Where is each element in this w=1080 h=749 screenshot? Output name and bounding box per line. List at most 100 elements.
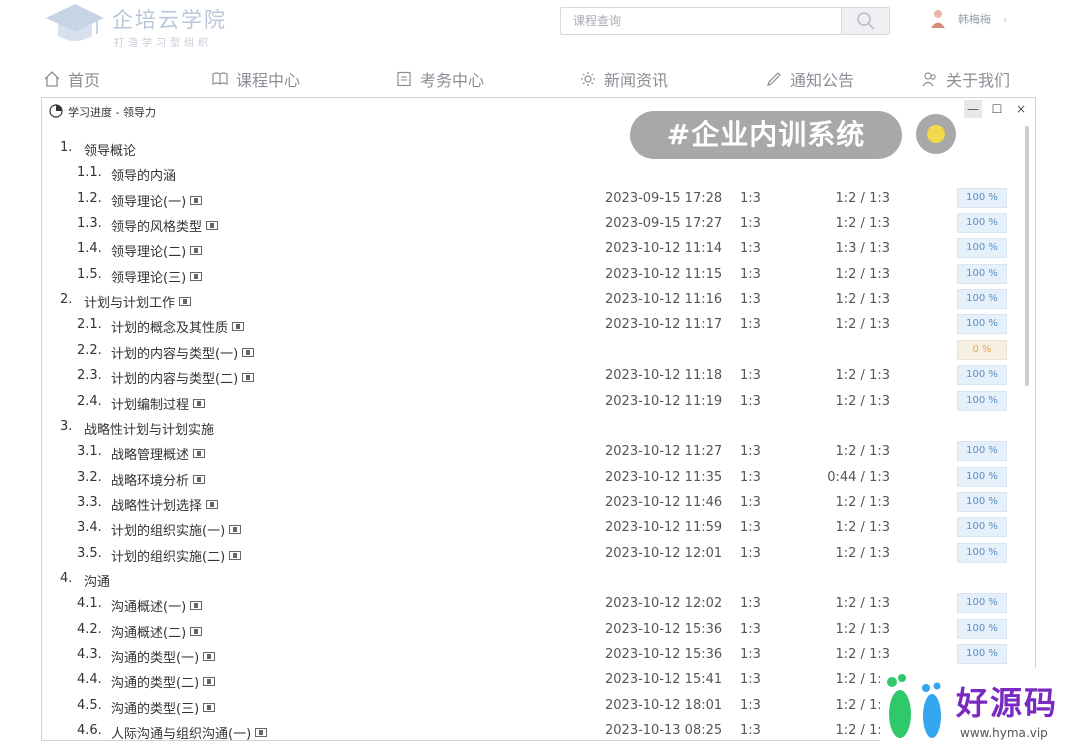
row-title[interactable]: 战略环境分析 [111, 470, 206, 489]
row-title[interactable]: 计划的内容与类型(一) [111, 343, 255, 362]
row-date: 2023-10-12 11:14 [605, 241, 723, 257]
row-title[interactable]: 领导的内涵 [111, 165, 176, 184]
row-date: 2023-10-12 15:41 [605, 672, 723, 688]
row-number: 4.6. [77, 723, 102, 739]
row-title[interactable]: 领导理论(二) [111, 241, 203, 260]
scrollbar-thumb[interactable] [1025, 126, 1029, 386]
close-button[interactable]: × [1012, 100, 1030, 118]
progress-row[interactable]: 4.5. 沟通的类型(三) 2023-10-12 18:01 1:3 1:2 / 1:3… [42, 694, 1022, 719]
progress-row[interactable]: 2.1. 计划的概念及其性质 2023-10-12 11:17 1:3 1:2 / 1:… [42, 313, 1022, 338]
nav-item-courses[interactable]: 课程中心 [212, 64, 300, 94]
progress-row[interactable]: 1.5. 领导理论(三) 2023-10-12 11:15 1:3 1:2 / 1:3 1… [42, 263, 1022, 288]
progress-badge: 100 % [957, 213, 1007, 234]
progress-badge: 100 % [957, 238, 1007, 259]
progress-row[interactable]: 4.6. 人际沟通与组织沟通(一) 2023-10-13 08:25 1:3 1:2 /… [42, 719, 1022, 740]
row-title[interactable]: 领导概论 [84, 140, 136, 159]
nav-item-about[interactable]: 关于我们 [922, 64, 1010, 94]
video-icon [229, 550, 242, 560]
row-duration: 1:3 [740, 241, 761, 257]
row-title[interactable]: 领导的风格类型 [111, 216, 219, 235]
progress-row[interactable]: 4.3. 沟通的类型(一) 2023-10-12 15:36 1:3 1:2 / 1:3… [42, 643, 1022, 668]
progress-badge: 0 % [957, 339, 1007, 360]
nav-item-news[interactable]: 新闻资讯 [580, 64, 668, 94]
progress-row[interactable]: 4.1. 沟通概述(一) 2023-10-12 12:02 1:3 1:2 / 1:3 1… [42, 592, 1022, 617]
progress-row[interactable]: 2. 计划与计划工作 2023-10-12 11:16 1:3 1:2 / 1:3 100… [42, 288, 1022, 313]
row-number: 2. [60, 292, 73, 308]
row-title[interactable]: 计划与计划工作 [84, 292, 192, 312]
progress-row[interactable]: 3. 战略性计划与计划实施 [42, 415, 1022, 440]
progress-row[interactable]: 2.3. 计划的内容与类型(二) 2023-10-12 11:18 1:3 1:2 / … [42, 364, 1022, 389]
site-header: 企培云学院 打造学习型组织 韩梅梅 › [0, 0, 1080, 60]
progress-row[interactable]: 3.3. 战略性计划选择 2023-10-12 11:46 1:3 1:2 / 1:3 1… [42, 491, 1022, 516]
row-title[interactable]: 沟通的类型(一) [111, 647, 216, 666]
progress-row[interactable]: 4.4. 沟通的类型(二) 2023-10-12 15:41 1:3 1:2 / 1:3… [42, 668, 1022, 693]
site-logo[interactable]: 企培云学院 打造学习型组织 [44, 2, 244, 52]
progress-row[interactable]: 4. 沟通 [42, 567, 1022, 592]
row-duration: 1:3 [740, 469, 761, 485]
row-title[interactable]: 沟通概述(一) [111, 596, 203, 615]
row-title[interactable]: 战略性计划与计划实施 [84, 419, 214, 438]
row-title[interactable]: 领导理论(三) [111, 267, 203, 286]
book-icon [212, 72, 228, 85]
window-title: 学习进度 - 领导力 [68, 106, 156, 119]
progress-badge: 100 % [957, 263, 1007, 284]
search-input[interactable] [561, 8, 843, 34]
progress-row[interactable]: 1.3. 领导的风格类型 2023-09-15 17:27 1:3 1:2 / 1:3 1… [42, 212, 1022, 237]
row-number: 2.2. [77, 342, 102, 358]
row-duration: 1:3 [740, 672, 761, 688]
progress-row[interactable]: 4.2. 沟通概述(二) 2023-10-12 15:36 1:3 1:2 / 1:3 1… [42, 618, 1022, 643]
row-watched: 0:44 / 1:3 [827, 469, 890, 485]
chevron-right-icon: › [1003, 12, 1008, 26]
progress-row[interactable]: 3.1. 战略管理概述 2023-10-12 11:27 1:3 1:2 / 1:3 10… [42, 440, 1022, 465]
row-watched: 1:2 / 1:3 [835, 723, 891, 739]
pie-chart-icon [49, 104, 63, 118]
progress-row[interactable]: 1.4. 领导理论(二) 2023-10-12 11:14 1:3 1:3 / 1:3 1… [42, 237, 1022, 262]
row-title-text: 战略环境分析 [111, 473, 190, 489]
row-duration: 1:3 [740, 621, 761, 637]
row-title[interactable]: 沟通概述(二) [111, 622, 203, 641]
row-title-text: 战略性计划与计划实施 [84, 422, 215, 438]
progress-row[interactable]: 1.1. 领导的内涵 [42, 161, 1022, 186]
progress-row[interactable]: 2.4. 计划编制过程 2023-10-12 11:19 1:3 1:2 / 1:3 10… [42, 390, 1022, 415]
row-title-text: 计划与计划工作 [84, 296, 176, 312]
row-title[interactable]: 沟通 [84, 571, 110, 590]
video-icon [206, 499, 219, 509]
progress-row[interactable]: 3.4. 计划的组织实施(一) 2023-10-12 11:59 1:3 1:2 / 1… [42, 516, 1022, 541]
row-title[interactable]: 沟通的类型(二) [111, 672, 216, 691]
row-title[interactable]: 计划的组织实施(二) [111, 546, 242, 565]
row-title-text: 领导的内涵 [111, 169, 177, 185]
row-title[interactable]: 战略性计划选择 [111, 495, 219, 514]
row-title-text: 沟通 [84, 574, 111, 590]
user-menu[interactable]: 韩梅梅 › [930, 8, 1007, 30]
scrollbar[interactable] [1025, 126, 1029, 738]
row-watched: 1:2 / 1:3 [835, 292, 891, 308]
maximize-button[interactable]: ☐ [988, 100, 1006, 118]
row-title[interactable]: 战略管理概述 [111, 444, 206, 463]
row-watched: 1:2 / 1:3 [835, 216, 891, 232]
nav-item-home[interactable]: 首页 [44, 64, 100, 94]
row-title[interactable]: 领导理论(一) [111, 191, 203, 210]
progress-row[interactable]: 1.2. 领导理论(一) 2023-09-15 17:28 1:3 1:2 / 1:3 1… [42, 187, 1022, 212]
minimize-button[interactable]: — [964, 100, 982, 118]
search-button[interactable] [841, 8, 889, 34]
row-duration: 1:3 [740, 494, 761, 510]
row-title[interactable]: 计划的内容与类型(二) [111, 368, 255, 387]
row-title[interactable]: 计划的组织实施(一) [111, 520, 242, 539]
row-title[interactable]: 人际沟通与组织沟通(一) [111, 723, 268, 740]
row-title[interactable]: 沟通的类型(三) [111, 698, 216, 717]
row-title[interactable]: 计划的概念及其性质 [111, 317, 245, 336]
row-number: 4.3. [77, 647, 102, 662]
nav-item-exams[interactable]: 考务中心 [396, 64, 484, 94]
row-duration: 1:3 [740, 723, 761, 739]
row-number: 1.5. [77, 266, 102, 282]
row-title[interactable]: 计划编制过程 [111, 394, 206, 413]
row-date: 2023-10-12 12:02 [605, 596, 723, 612]
progress-row[interactable]: 3.5. 计划的组织实施(二) 2023-10-12 12:01 1:3 1:2 / 1… [42, 542, 1022, 567]
progress-row[interactable]: 2.2. 计划的内容与类型(一) 0 % [42, 339, 1022, 364]
progress-badge: 100 % [957, 390, 1007, 411]
nav-item-notices[interactable]: 通知公告 [766, 64, 854, 94]
row-number: 4.2. [77, 621, 102, 637]
nav-item-label: 关于我们 [946, 71, 1011, 90]
progress-row[interactable]: 3.2. 战略环境分析 2023-10-12 11:35 1:3 0:44 / 1:3 1… [42, 466, 1022, 491]
row-number: 3.1. [77, 444, 102, 460]
